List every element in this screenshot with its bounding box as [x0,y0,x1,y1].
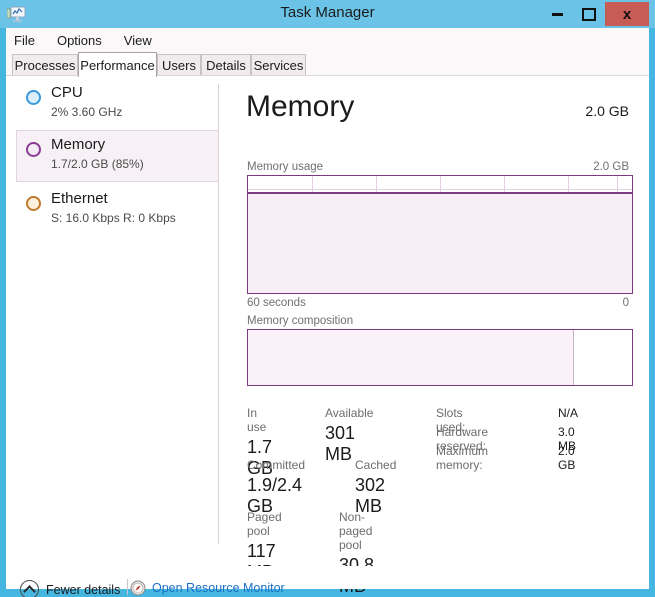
menu-item-view[interactable]: View [124,33,152,48]
client-area: File Options View Processes Performance … [6,28,649,597]
close-button[interactable]: x [605,2,649,26]
tab-processes[interactable]: Processes [12,54,78,76]
minimize-button[interactable] [541,2,573,26]
open-resource-monitor-link[interactable]: Open Resource Monitor [130,580,285,596]
page-title: Memory [246,90,355,123]
tab-details[interactable]: Details [201,54,251,76]
sidebar-item-ethernet[interactable]: Ethernet S: 16.0 Kbps R: 0 Kbps [16,184,219,236]
sidebar-item-memory[interactable]: Memory 1.7/2.0 GB (85%) [16,130,219,182]
memory-usage-label: Memory usage [247,161,324,173]
sidebar-item-detail: 2% 3.60 GHz [51,105,123,119]
maximize-button[interactable] [573,2,605,26]
title-bar: Task Manager x [0,0,655,28]
stat-available: Available 301 MB [325,406,373,465]
tab-label: Services [253,58,304,73]
performance-sidebar: CPU 2% 3.60 GHz Memory 1.7/2.0 GB (85%) … [6,76,219,566]
sidebar-item-detail: 1.7/2.0 GB (85%) [51,157,144,171]
minimize-icon [551,12,563,16]
memory-usage-scale-max: 2.0 GB [593,161,629,173]
tab-performance[interactable]: Performance [78,52,157,77]
ethernet-circle-icon [26,196,41,211]
fewer-details-label: Fewer details [46,582,121,597]
tab-strip: Processes Performance Users Details Serv… [6,52,649,77]
memory-composition-in-use [248,330,575,385]
tab-services[interactable]: Services [251,54,306,76]
stat-key: Paged pool [247,510,282,538]
stat-key: Maximum memory: [436,444,489,472]
sidebar-item-cpu[interactable]: CPU 2% 3.60 GHz [16,78,219,130]
close-icon: x [622,5,632,23]
menu-item-file[interactable]: File [14,33,35,48]
total-memory-value: 2.0 GB [585,103,629,119]
sidebar-item-title: Memory [51,136,106,153]
sidebar-item-detail: S: 16.0 Kbps R: 0 Kbps [51,211,176,225]
graph-axis-left-label: 60 seconds [247,297,306,309]
gridline-h [248,189,632,190]
footer-divider [127,579,128,595]
menu-item-options[interactable]: Options [57,33,102,48]
graph-axis-right-label: 0 [622,297,629,309]
maximize-icon [582,7,596,21]
tab-label: Processes [14,58,76,73]
tab-users[interactable]: Users [157,54,201,76]
stat-value: 2.0 GB [558,444,576,472]
footer-bar: Fewer details Open Resource Monitor [6,566,649,597]
stat-cached: Cached 302 MB [355,458,396,517]
memory-usage-graph [247,175,633,294]
memory-circle-icon [26,142,41,157]
fewer-details-button[interactable]: Fewer details [20,580,120,597]
stat-value: N/A [558,406,579,420]
tab-label: Users [162,58,196,73]
open-resource-monitor-label: Open Resource Monitor [152,581,285,595]
memory-composition-label: Memory composition [247,315,354,327]
stat-key: Non-paged pool [339,510,373,552]
sidebar-item-title: Ethernet [51,190,108,207]
stat-key: Cached [355,458,397,472]
stat-key: In use [247,406,267,434]
memory-usage-area [248,191,632,293]
stat-committed: Committed 1.9/2.4 GB [247,458,305,517]
sidebar-divider [218,84,219,544]
memory-composition-bar[interactable] [247,329,633,386]
stat-key: Committed [247,458,306,472]
resource-monitor-icon [130,580,146,596]
tab-label: Details [206,58,246,73]
memory-panel: Memory 2.0 GB Memory usage 2.0 GB 60 sec… [231,76,649,596]
window-controls: x [541,2,649,26]
cpu-circle-icon [26,90,41,105]
chevron-up-icon [20,580,39,597]
menu-bar: File Options View [6,28,649,52]
tab-label: Performance [80,57,155,73]
sidebar-item-title: CPU [51,84,83,101]
stat-key: Available [325,406,374,420]
task-manager-window: Task Manager x File Options View Process… [0,0,655,597]
